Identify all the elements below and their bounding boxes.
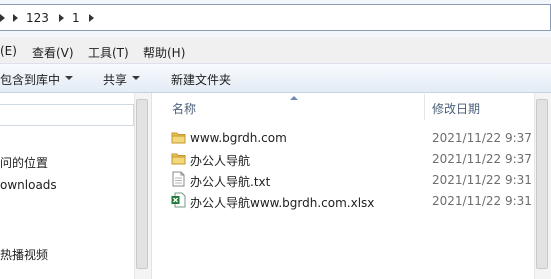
file-modified: 2021/11/22 9:31 (432, 194, 532, 208)
folder-icon (171, 132, 186, 144)
menu-view[interactable]: 查看(V) (32, 44, 74, 61)
share-button[interactable]: 共享 (103, 71, 127, 88)
folder-icon (171, 153, 186, 165)
file-list-scrollbar-thumb[interactable] (536, 99, 548, 269)
file-modified: 2021/11/22 9:31 (432, 173, 532, 187)
nav-item-hot-videos[interactable]: 热播视频 (0, 246, 48, 263)
menu-help[interactable]: 帮助(H) (143, 44, 185, 61)
menu-edit[interactable]: (E) (0, 44, 17, 58)
file-name[interactable]: 办公人导航www.bgrdh.com.xlsx (190, 194, 374, 211)
breadcrumb-separator-icon[interactable] (59, 14, 64, 22)
text-file-icon (172, 171, 185, 187)
nav-item-recent-places[interactable]: 问的位置 (0, 154, 48, 171)
chevron-down-icon[interactable] (65, 76, 73, 80)
nav-scrollbar-thumb[interactable] (136, 99, 148, 269)
breadcrumb-separator-icon[interactable] (89, 14, 94, 22)
column-header-modified[interactable]: 修改日期 (432, 100, 480, 117)
breadcrumb-separator-icon[interactable] (0, 14, 5, 22)
nav-item-selected[interactable] (0, 104, 134, 126)
address-bar[interactable] (0, 4, 551, 31)
column-separator[interactable] (424, 94, 425, 120)
file-name[interactable]: 办公人导航 (190, 152, 250, 169)
file-name[interactable]: 办公人导航.txt (190, 173, 270, 190)
file-modified: 2021/11/22 9:37 (432, 152, 532, 166)
breadcrumb-item[interactable]: 1 (72, 11, 80, 25)
breadcrumb-item[interactable]: 123 (26, 11, 49, 25)
excel-file-icon (171, 192, 186, 208)
new-folder-button[interactable]: 新建文件夹 (171, 71, 231, 88)
file-modified: 2021/11/22 9:37 (432, 131, 532, 145)
file-name[interactable]: www.bgrdh.com (190, 131, 287, 145)
command-toolbar (0, 64, 551, 93)
chevron-down-icon[interactable] (132, 76, 140, 80)
column-header-name[interactable]: 名称 (172, 100, 196, 117)
nav-item-downloads[interactable]: ownloads (0, 178, 57, 192)
menu-bar (0, 37, 551, 63)
breadcrumb-separator-icon[interactable] (13, 14, 18, 22)
menu-tools[interactable]: 工具(T) (88, 44, 129, 61)
sort-ascending-icon (290, 96, 298, 100)
include-in-library-button[interactable]: 包含到库中 (0, 71, 60, 88)
